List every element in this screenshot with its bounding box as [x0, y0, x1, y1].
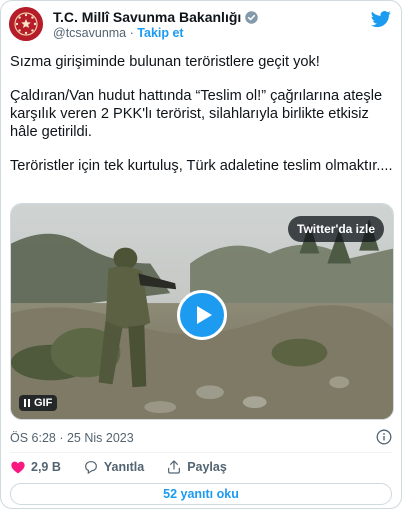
account-handle[interactable]: @tcsavunma — [53, 26, 126, 40]
play-button[interactable] — [177, 290, 227, 340]
video-media[interactable]: Twitter'da izle GIF — [10, 203, 394, 420]
share-label: Paylaş — [187, 460, 227, 474]
gif-label: GIF — [34, 397, 53, 409]
like-button[interactable]: 2,9 B — [10, 459, 61, 475]
action-bar: 2,9 B Yanıtla Paylaş — [10, 458, 249, 476]
separator: · — [129, 26, 134, 40]
divider — [10, 452, 392, 453]
gif-badge[interactable]: GIF — [19, 395, 58, 411]
play-icon — [197, 306, 212, 324]
name-row: T.C. Millî Savunma Bakanlığı — [53, 9, 259, 25]
verified-badge-icon — [244, 10, 259, 25]
account-name[interactable]: T.C. Millî Savunma Bakanlığı — [53, 9, 241, 25]
timestamp[interactable]: ÖS 6:28 · 25 Nis 2023 — [10, 431, 134, 445]
info-icon[interactable] — [376, 429, 392, 445]
twitter-bird-icon[interactable] — [371, 9, 391, 29]
tweet-paragraph: Sızma girişiminde bulunan teröristlere g… — [10, 54, 320, 70]
tweet-card: T.C. Millî Savunma Bakanlığı @tcsavunma … — [0, 0, 402, 509]
reply-button[interactable]: Yanıtla — [83, 459, 144, 475]
tweet-paragraph: Teröristler için tek kurtuluş, Türk adal… — [10, 158, 393, 174]
reply-label: Yanıtla — [103, 460, 145, 474]
reply-icon — [84, 461, 97, 475]
follow-link[interactable]: Takip et — [137, 26, 183, 40]
tweet-paragraph: Çaldıran/Van hudut hattında “Teslim ol!”… — [10, 88, 383, 140]
pause-icon — [24, 399, 30, 407]
handle-row: @tcsavunma · Takip et — [53, 26, 184, 40]
like-count: 2,9 B — [31, 460, 61, 474]
tweet-header: T.C. Millî Savunma Bakanlığı @tcsavunma … — [9, 7, 393, 41]
read-replies-button[interactable]: 52 yanıtı oku — [10, 483, 392, 505]
watch-on-twitter-button[interactable]: Twitter'da izle — [288, 216, 384, 242]
share-icon — [168, 460, 181, 474]
avatar[interactable] — [9, 7, 43, 41]
heart-icon — [11, 461, 25, 474]
tweet-text: Sızma girişiminde bulunan teröristlere g… — [10, 53, 394, 191]
emblem-icon — [9, 7, 43, 41]
share-button[interactable]: Paylaş — [166, 459, 227, 475]
meta-row: ÖS 6:28 · 25 Nis 2023 — [10, 429, 392, 445]
